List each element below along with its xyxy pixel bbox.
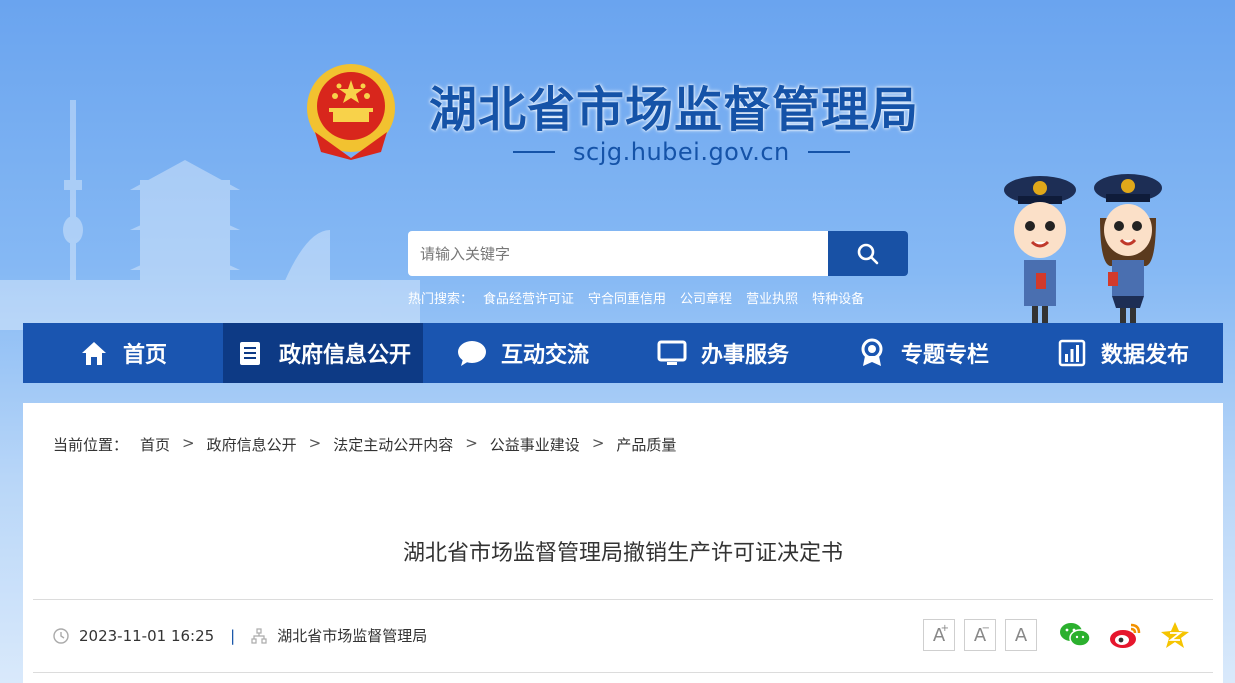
hot-search-label: 热门搜索： (408, 292, 474, 307)
home-icon (79, 338, 109, 368)
share-weibo-button[interactable] (1109, 619, 1141, 651)
clock-icon (53, 627, 69, 644)
publish-date: 2023-11-01 16:25 (79, 626, 215, 645)
divider (33, 672, 1213, 673)
wechat-icon (1060, 623, 1091, 647)
nav-item-topics[interactable]: 专题专栏 (823, 323, 1023, 383)
breadcrumb-statutory[interactable]: 法定主动公开内容 (333, 434, 453, 455)
hot-search-item[interactable]: 营业执照 (746, 288, 798, 307)
main-nav: 首页 政府信息公开 互动交流 办事服务 专题专栏 数据发布 (23, 323, 1223, 383)
nav-label: 专题专栏 (900, 343, 989, 368)
share-wechat-button[interactable] (1059, 619, 1091, 651)
breadcrumb-separator: > (465, 434, 478, 452)
breadcrumb-product-quality[interactable]: 产品质量 (616, 434, 676, 455)
nav-item-interaction[interactable]: 互动交流 (423, 323, 623, 383)
chat-bubble-icon (457, 338, 487, 368)
nav-item-gov-info[interactable]: 政府信息公开 (223, 323, 423, 383)
search-input[interactable] (408, 231, 828, 276)
hot-search-item[interactable]: 守合同重信用 (588, 288, 666, 307)
site-title: 湖北省市场监督管理局 (429, 82, 920, 138)
article-source: 湖北省市场监督管理局 (277, 627, 428, 645)
search-icon (857, 243, 879, 264)
search-button[interactable] (828, 231, 908, 276)
breadcrumb-gov-info[interactable]: 政府信息公开 (207, 434, 297, 455)
mascot-officers-illustration (1004, 174, 1162, 324)
breadcrumb-separator: > (591, 434, 605, 452)
hot-search-item[interactable]: 特种设备 (812, 288, 864, 307)
article-meta: 2023-11-01 16:25 | 湖北省市场监督管理局 (53, 625, 427, 646)
organization-icon (251, 627, 267, 644)
award-icon (857, 338, 887, 368)
monitor-icon (657, 338, 687, 368)
domain-row: scjg.hubei.gov.cn (495, 138, 868, 166)
document-icon (235, 338, 265, 368)
breadcrumb-home[interactable]: 首页 (140, 434, 170, 455)
breadcrumb-separator: > (308, 434, 322, 452)
breadcrumb: 当前位置： 首页 > 政府信息公开 > 法定主动公开内容 > 公益事业建设 > … (53, 434, 676, 455)
divider (33, 599, 1213, 600)
national-emblem-icon (307, 64, 395, 160)
nav-label: 办事服务 (700, 343, 789, 368)
font-increase-button[interactable]: A + (923, 619, 955, 651)
article-title: 湖北省市场监督管理局撤销生产许可证决定书 (402, 541, 843, 566)
meta-separator: | (230, 626, 236, 645)
hot-search-row: 热门搜索： 食品经营许可证 守合同重信用 公司章程 营业执照 特种设备 (408, 288, 864, 307)
font-reset-label: A (1014, 624, 1028, 646)
bar-chart-icon (1057, 338, 1087, 368)
hot-search-item[interactable]: 公司章程 (680, 288, 732, 307)
site-domain: scjg.hubei.gov.cn (573, 138, 790, 166)
breadcrumb-public-welfare[interactable]: 公益事业建设 (490, 434, 580, 455)
breadcrumb-separator: > (182, 434, 195, 452)
font-reset-button[interactable]: A (1005, 619, 1037, 651)
site-header: 湖北省市场监督管理局 scjg.hubei.gov.cn (305, 62, 945, 172)
domain-left-line (513, 151, 555, 153)
share-qzone-button[interactable] (1159, 619, 1191, 651)
hot-search-item[interactable]: 食品经营许可证 (483, 288, 574, 307)
nav-label: 互动交流 (500, 343, 589, 368)
font-size-tools: A + A − A (923, 619, 1037, 651)
nav-item-home[interactable]: 首页 (23, 323, 223, 383)
domain-right-line (807, 151, 850, 153)
nav-item-services[interactable]: 办事服务 (623, 323, 823, 383)
nav-item-data[interactable]: 数据发布 (1023, 323, 1223, 383)
nav-label: 政府信息公开 (278, 343, 411, 368)
breadcrumb-label: 当前位置： (53, 436, 129, 454)
article-panel: 当前位置： 首页 > 政府信息公开 > 法定主动公开内容 > 公益事业建设 > … (23, 403, 1223, 683)
search-box (408, 231, 908, 276)
nav-label: 数据发布 (1100, 343, 1189, 368)
font-decrease-button[interactable]: A − (964, 619, 996, 651)
weibo-icon (1110, 623, 1141, 648)
qzone-icon (1161, 622, 1189, 648)
share-tools (1059, 619, 1191, 651)
nav-label: 首页 (122, 343, 167, 368)
